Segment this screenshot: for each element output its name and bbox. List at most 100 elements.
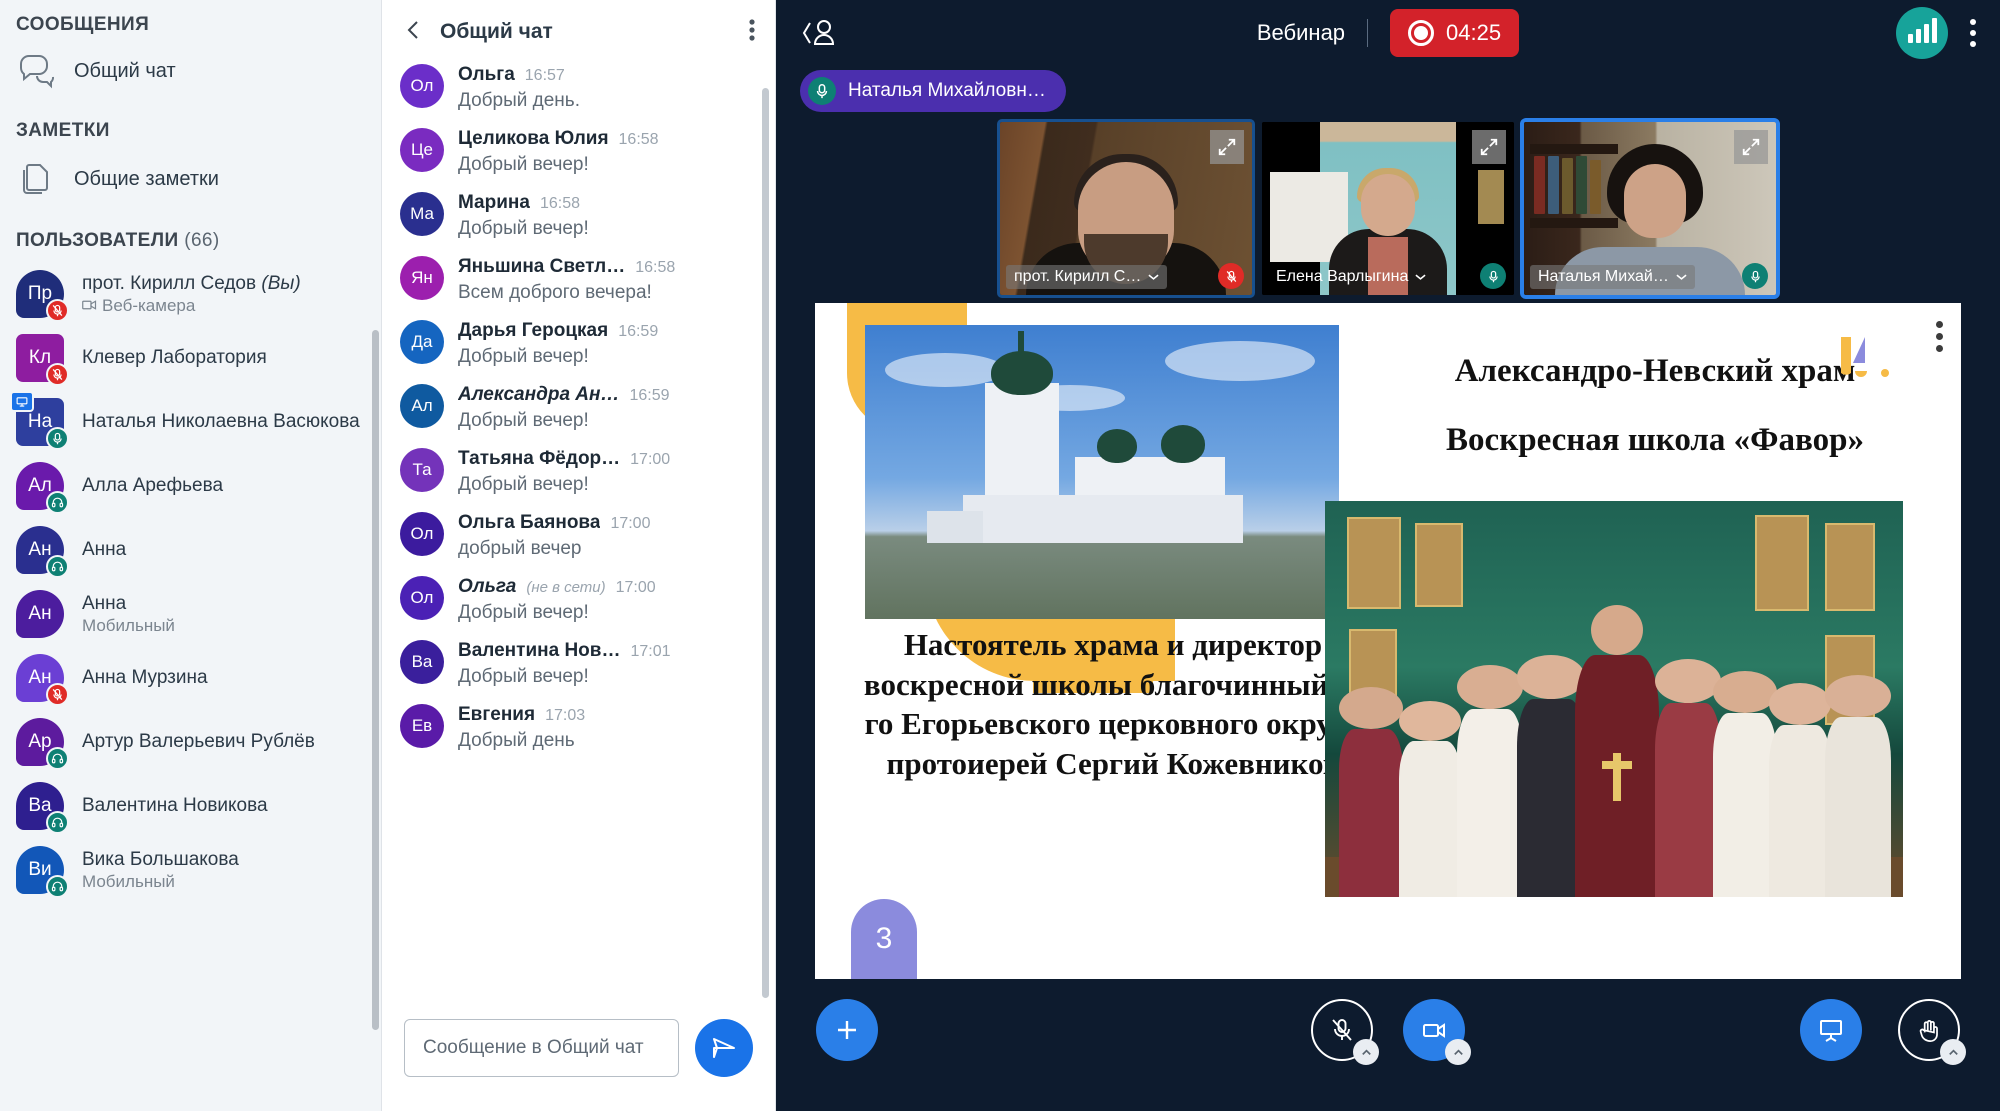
message-avatar: Ва — [400, 640, 444, 684]
sidebar-scrollbar[interactable] — [372, 330, 379, 1030]
chevron-down-icon — [1148, 268, 1159, 286]
church-photo — [865, 325, 1339, 619]
message-author: Евгения — [458, 704, 536, 725]
clever-logo-icon — [1835, 333, 1895, 389]
avatar: Кл — [16, 334, 69, 386]
user-name: Анна — [82, 592, 127, 614]
slide-page-number: 3 — [851, 899, 917, 979]
chat-message: Ол Ольга Баянова 17:00 добрый вечер — [400, 512, 761, 560]
user-list-item[interactable]: Пр прот. Кирилл Седов (Вы) Веб-камера — [0, 262, 381, 326]
microphone-muted-badge-icon — [46, 299, 69, 322]
message-text: Добрый вечер! — [458, 602, 589, 623]
message-author: Дарья Героцкая — [458, 320, 609, 341]
message-avatar: Ян — [400, 256, 444, 300]
user-list-item[interactable]: Кл Клевер Лаборатория — [0, 326, 381, 390]
message-time: 16:59 — [629, 387, 670, 404]
topbar-divider — [1367, 19, 1369, 47]
topbar-center: Вебинар 04:25 — [776, 0, 2000, 66]
message-author: Целикова Юлия — [458, 128, 609, 149]
meeting-main: Вебинар 04:25 Наталья Михайловн… прот. К… — [776, 0, 2000, 1111]
user-list-item[interactable]: Ар Артур Валерьевич Рублёв — [0, 710, 381, 774]
microphone-options-caret-icon[interactable] — [1353, 1039, 1379, 1065]
presentation-slide[interactable]: Настоятель храма и директор воскресной ш… — [815, 303, 1961, 979]
user-name: Алла Арефьева — [82, 475, 224, 497]
message-text: Всем доброго вечера! — [458, 282, 652, 303]
meeting-options-icon[interactable] — [1970, 19, 1976, 47]
chat-bubbles-icon — [16, 50, 58, 92]
video-tile-name: прот. Кирилл С… — [1014, 268, 1142, 285]
headset-badge-icon — [46, 811, 69, 834]
message-time: 16:58 — [618, 131, 659, 148]
user-list-item[interactable]: Ал Алла Арефьева — [0, 454, 381, 518]
video-tile-row: прот. Кирилл С… Елена Варлыгина Наталья Ми… — [776, 118, 2000, 299]
hand-options-caret-icon[interactable] — [1940, 1039, 1966, 1065]
sidebar-item-public-chat[interactable]: Общий чат — [0, 44, 381, 98]
video-tile-name-menu[interactable]: Елена Варлыгина — [1268, 265, 1434, 289]
user-list-item[interactable]: Ва Валентина Новикова — [0, 774, 381, 838]
chat-message: Ма Марина 16:58 Добрый вечер! — [400, 192, 761, 240]
message-input[interactable]: Сообщение в Общий чат — [404, 1019, 679, 1077]
chat-message: Ва Валентина Нов… 17:01 Добрый вечер! — [400, 640, 761, 688]
user-name: Валентина Новикова — [82, 795, 268, 817]
avatar: Ва — [16, 782, 69, 834]
message-text: Добрый вечер! — [458, 346, 589, 367]
slide-heading-line2: Воскресная школа «Фавор» — [1446, 422, 1864, 459]
recording-indicator[interactable]: 04:25 — [1390, 9, 1520, 57]
expand-icon[interactable] — [1472, 130, 1506, 164]
chat-title: Общий чат — [440, 20, 553, 43]
message-author: Валентина Нов… — [458, 640, 621, 661]
user-name: Анна Мурзина — [82, 667, 208, 689]
avatar: Ви — [16, 846, 69, 898]
send-message-button[interactable] — [695, 1019, 753, 1077]
group-photo — [1325, 501, 1903, 897]
microphone-toggle-button[interactable] — [1311, 999, 1379, 1065]
chat-scrollbar[interactable] — [762, 88, 769, 998]
message-time: 16:58 — [539, 195, 581, 212]
video-tile-name: Наталья Михай… — [1538, 268, 1669, 285]
message-list[interactable]: Ол Ольга 16:57 Добрый день. Це Целикова Юлия 1… — [382, 64, 775, 1007]
video-tile-name-menu[interactable]: Наталья Михай… — [1530, 265, 1695, 289]
video-tile-name: Елена Варлыгина — [1276, 268, 1409, 285]
message-time: 17:00 — [630, 451, 671, 468]
message-text: Добрый вечер! — [458, 218, 589, 239]
message-time: 17:03 — [545, 707, 586, 724]
avatar: На — [10, 391, 69, 450]
active-speaker-name: Наталья Михайловн… — [848, 80, 1046, 101]
user-list-item[interactable]: На Наталья Николаевна Васюкова — [0, 390, 381, 454]
video-tile[interactable]: Елена Варлыгина — [1262, 122, 1514, 295]
message-avatar: Та — [400, 448, 444, 492]
chevron-down-icon — [1415, 268, 1426, 286]
chat-panel: Общий чат Ол Ольга 16:57 Добрый день. Це Цели… — [382, 0, 776, 1111]
headset-badge-icon — [46, 747, 69, 770]
chevron-left-icon[interactable] — [402, 18, 426, 47]
raise-hand-button[interactable] — [1898, 999, 1966, 1065]
present-screen-button[interactable] — [1800, 999, 1862, 1061]
expand-icon[interactable] — [1734, 130, 1768, 164]
user-list-item[interactable]: Ви Вика Большакова Мобильный — [0, 838, 381, 902]
user-list: Пр прот. Кирилл Седов (Вы) Веб-камера Кл Кле… — [0, 262, 381, 902]
camera-toggle-button[interactable] — [1403, 999, 1471, 1065]
message-time: 16:58 — [635, 259, 676, 276]
signal-bars-icon[interactable] — [1896, 7, 1948, 59]
chat-options-icon[interactable] — [749, 18, 755, 46]
back-to-users-icon[interactable] — [800, 16, 840, 50]
avatar: Пр — [16, 270, 69, 322]
user-list-item[interactable]: Ан Анна — [0, 518, 381, 582]
meeting-bottombar — [776, 979, 2000, 1081]
video-tile[interactable]: Наталья Михай… — [1520, 118, 1780, 299]
user-list-item[interactable]: Ан Анна Мурзина — [0, 646, 381, 710]
camera-options-caret-icon[interactable] — [1445, 1039, 1471, 1065]
message-text: Добрый вечер! — [458, 474, 589, 495]
message-author: Ольга — [458, 64, 515, 85]
sidebar-item-shared-notes[interactable]: Общие заметки — [0, 152, 381, 206]
topbar-right — [1896, 7, 1976, 59]
user-list-item[interactable]: Ан Анна Мобильный — [0, 582, 381, 646]
slide-options-icon[interactable] — [1936, 321, 1943, 352]
presenter-badge-icon — [10, 391, 34, 412]
message-text: Добрый день. — [458, 90, 580, 111]
expand-icon[interactable] — [1210, 130, 1244, 164]
video-tile[interactable]: прот. Кирилл С… — [997, 119, 1255, 298]
microphone-icon — [808, 77, 836, 105]
chat-message: Ев Евгения 17:03 Добрый день — [400, 704, 761, 752]
video-tile-name-menu[interactable]: прот. Кирилл С… — [1006, 265, 1168, 289]
